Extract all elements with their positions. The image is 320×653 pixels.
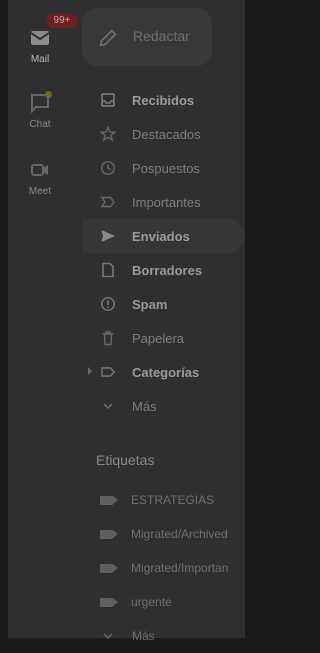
label-text: Migrated/Archived [131, 527, 228, 541]
compose-button[interactable]: Redactar [82, 8, 212, 66]
folder-list: Recibidos Destacados Pospuestos Importan… [82, 83, 245, 423]
labels-more-label: Más [132, 629, 155, 643]
label-text: urgente [131, 595, 172, 609]
labels-section-title: Etiquetas [96, 452, 155, 468]
label-icon [100, 364, 116, 380]
spam-icon [100, 296, 116, 312]
label-tag-icon [100, 529, 118, 539]
label-item[interactable]: Migrated/Importan [82, 551, 245, 585]
rail-item-meet[interactable]: Meet [8, 158, 72, 197]
nav-item-trash[interactable]: Papelera [82, 321, 245, 355]
pencil-icon [97, 27, 119, 49]
labels-list: ESTRATEGIAS Migrated/Archived Migrated/I… [82, 483, 245, 653]
chevron-down-icon [100, 628, 116, 644]
nav-label-snoozed: Pospuestos [132, 160, 200, 176]
app-rail: 99+ Mail Chat Meet [8, 0, 78, 638]
label-item[interactable]: Migrated/Archived [82, 517, 245, 551]
rail-item-chat[interactable]: Chat [8, 91, 72, 130]
important-icon [100, 194, 116, 210]
nav-item-drafts[interactable]: Borradores [82, 253, 245, 287]
nav-label-spam: Spam [132, 296, 168, 312]
rail-label-chat: Chat [29, 119, 51, 130]
label-tag-icon [100, 495, 118, 505]
label-tag-icon [100, 597, 118, 607]
nav-label-inbox: Recibidos [132, 92, 195, 108]
label-tag-icon [100, 563, 118, 573]
nav-item-sent[interactable]: Enviados [82, 219, 245, 253]
nav-item-spam[interactable]: Spam [82, 287, 245, 321]
nav-label-starred: Destacados [132, 126, 201, 142]
rail-label-meet: Meet [28, 186, 52, 197]
nav-item-important[interactable]: Importantes [82, 185, 245, 219]
caret-right-icon[interactable] [88, 367, 92, 375]
label-text: ESTRATEGIAS [131, 493, 215, 507]
label-item[interactable]: ESTRATEGIAS [82, 483, 245, 517]
nav-label-important: Importantes [132, 194, 201, 210]
nav-item-inbox[interactable]: Recibidos [82, 83, 245, 117]
nav-label-categories: Categorías [132, 364, 200, 380]
chevron-down-icon [100, 398, 116, 414]
inbox-icon [100, 92, 116, 108]
nav-item-categories[interactable]: Categorías [82, 355, 245, 389]
trash-icon [100, 330, 116, 346]
nav-item-snoozed[interactable]: Pospuestos [82, 151, 245, 185]
nav-label-drafts: Borradores [132, 262, 203, 278]
rail-item-mail[interactable]: 99+ Mail [8, 14, 78, 65]
send-icon [100, 228, 116, 244]
label-item[interactable]: urgente [82, 585, 245, 619]
nav-item-starred[interactable]: Destacados [82, 117, 245, 151]
chat-notification-dot [45, 91, 52, 98]
video-icon [28, 158, 52, 182]
nav-item-more[interactable]: Más [82, 389, 245, 423]
chat-icon [28, 91, 52, 115]
star-icon [99, 125, 117, 142]
nav-label-trash: Papelera [132, 330, 185, 346]
nav-label-sent: Enviados [132, 228, 190, 244]
rail-label-mail: Mail [30, 54, 50, 65]
clock-icon [100, 160, 116, 176]
nav-label-more: Más [132, 398, 157, 414]
unread-badge: 99+ [46, 14, 78, 28]
compose-label: Redactar [133, 28, 190, 44]
labels-more-item[interactable]: Más [82, 619, 245, 653]
mail-icon: 99+ [28, 14, 78, 50]
draft-icon [100, 262, 116, 278]
label-text: Migrated/Importan [131, 561, 229, 575]
